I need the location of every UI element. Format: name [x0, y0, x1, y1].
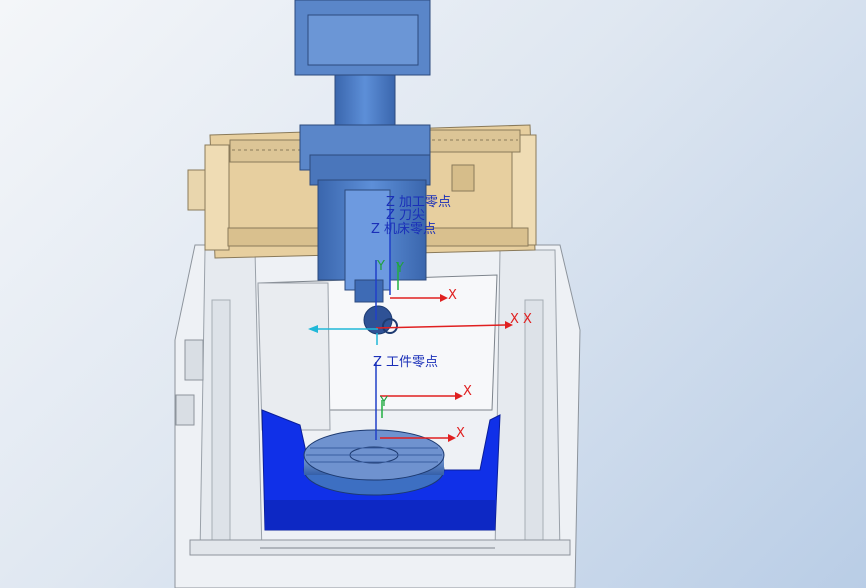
machine-model: Z 加工零点 Z 刀尖 Z 机床零点 Z 工件零点 Y Y Y X X X X …	[174, 0, 581, 588]
label-x-workpiece: X	[463, 384, 472, 399]
label-machine-zero: Z 机床零点	[371, 222, 436, 237]
label-y-top: Y	[376, 259, 385, 274]
label-x-machine: X X	[510, 312, 532, 327]
label-tool-tip: Z 刀尖	[386, 208, 425, 223]
label-workpiece-zero: Z 工件零点	[373, 355, 438, 370]
label-y-tool: Y	[395, 261, 404, 276]
label-x-tool: X	[448, 288, 457, 303]
3d-viewport[interactable]: Z 加工零点 Z 刀尖 Z 机床零点 Z 工件零点 Y Y Y X X X X …	[0, 0, 866, 588]
label-y-workpiece: Y	[379, 395, 388, 410]
label-x-table: X	[456, 426, 465, 441]
